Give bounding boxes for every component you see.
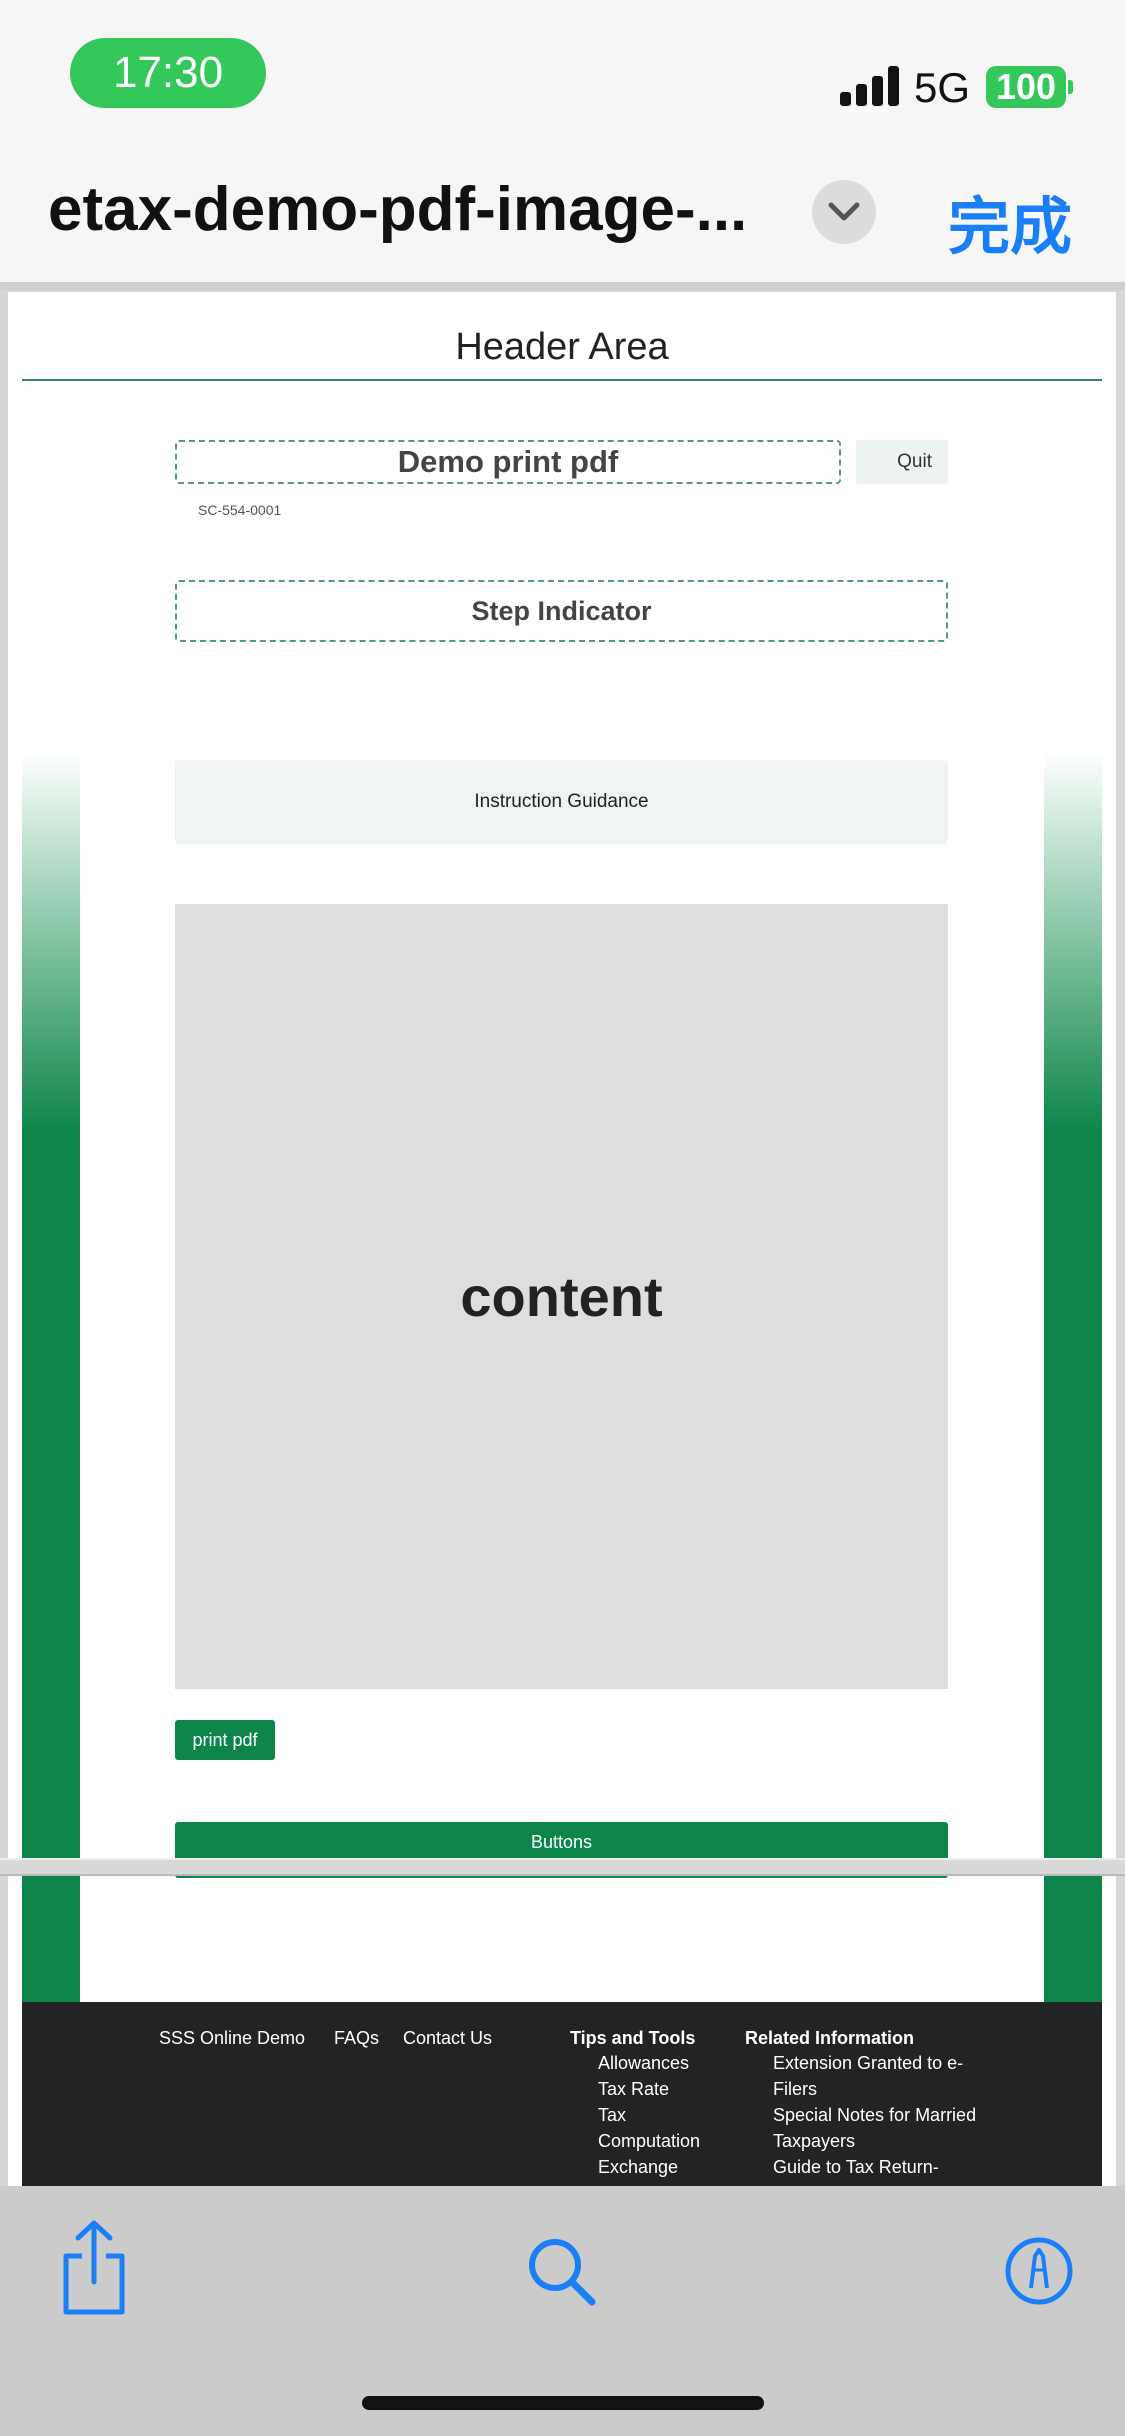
screen-id: SC-554-0001 [198, 502, 282, 518]
footer-tips-item[interactable]: Tax Rate [598, 2076, 669, 2102]
footer-tips-item[interactable]: Exchange [598, 2154, 678, 2180]
footer-related-item[interactable]: Taxpayers [773, 2128, 855, 2154]
footer-tips-item[interactable]: Allowances [598, 2050, 689, 2076]
content-label: content [460, 1265, 663, 1328]
footer-link-faqs[interactable]: FAQs [334, 2028, 379, 2049]
footer-tips-item[interactable]: Tax [598, 2102, 626, 2128]
nav-bar: etax-demo-pdf-image-... 完成 [0, 140, 1125, 282]
footer-related-item[interactable]: Filers [773, 2076, 817, 2102]
page-title: Demo print pdf [175, 440, 841, 484]
header-area: Header Area [455, 326, 669, 368]
cellular-signal-icon [840, 66, 900, 106]
done-button[interactable]: 完成 [948, 176, 1072, 266]
markup-icon[interactable] [1004, 2236, 1074, 2306]
footer-tips-heading: Tips and Tools [570, 2028, 696, 2048]
document-title: etax-demo-pdf-image-... [48, 175, 748, 244]
footer: SSS Online Demo FAQs Contact Us Tips and… [22, 2002, 1102, 2186]
right-side-bar [1044, 752, 1102, 2186]
network-type: 5G [914, 64, 971, 111]
chevron-down-icon [828, 202, 860, 221]
footer-related-item[interactable]: Guide to Tax Return- [773, 2154, 939, 2180]
content-area: content [175, 904, 948, 1689]
step-indicator: Step Indicator [175, 580, 948, 642]
left-side-bar [22, 752, 80, 2186]
footer-link-sss[interactable]: SSS Online Demo [159, 2028, 305, 2049]
status-bar: 17:30 5G 100 [0, 0, 1125, 140]
home-indicator [362, 2396, 764, 2410]
pdf-viewport[interactable]: Header Area Demo print pdf Quit SC-554-0… [0, 290, 1125, 2186]
title-menu-button[interactable] [812, 180, 876, 244]
search-icon[interactable] [526, 2236, 598, 2308]
footer-related-heading: Related Information [745, 2028, 915, 2048]
header-divider [22, 379, 1102, 381]
footer-tips-item[interactable]: Computation [598, 2128, 700, 2154]
footer-related-item[interactable]: Special Notes for Married [773, 2102, 976, 2128]
page-break [0, 1858, 1125, 1876]
battery-icon: 100 [986, 66, 1073, 108]
share-icon[interactable] [56, 2218, 132, 2318]
print-pdf-button[interactable]: print pdf [175, 1720, 275, 1760]
instruction-guidance: Instruction Guidance [175, 760, 948, 844]
status-time: 17:30 [70, 38, 266, 108]
quit-button[interactable]: Quit [856, 440, 948, 484]
footer-related-item[interactable]: Extension Granted to e- [773, 2050, 963, 2076]
footer-link-contact[interactable]: Contact Us [403, 2028, 492, 2049]
pdf-page: Header Area Demo print pdf Quit SC-554-0… [8, 292, 1116, 2186]
nav-separator [0, 282, 1125, 290]
